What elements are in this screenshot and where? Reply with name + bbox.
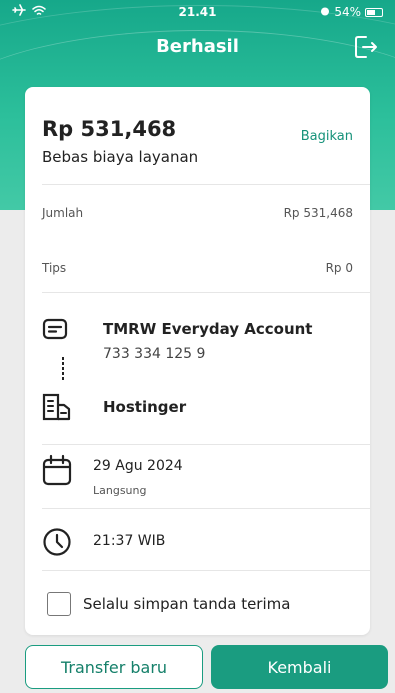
battery-percent: 54% <box>334 5 361 19</box>
battery-icon <box>365 7 383 17</box>
tips-value: Rp 0 <box>325 261 353 275</box>
divider <box>42 570 370 571</box>
status-right: 54% <box>320 5 383 19</box>
alarm-icon <box>320 5 330 19</box>
destination-name: Hostinger <box>103 398 187 416</box>
divider <box>42 508 370 509</box>
calendar-icon <box>42 454 72 490</box>
fee-note: Bebas biaya layanan <box>42 148 199 166</box>
account-card-icon <box>42 316 68 346</box>
save-receipt-label[interactable]: Selalu simpan tanda terima <box>83 595 290 613</box>
page-title: Berhasil <box>156 36 239 57</box>
transaction-card: Rp 531,468 Bagikan Bebas biaya layanan J… <box>25 87 370 635</box>
logout-button[interactable] <box>353 34 379 60</box>
transfer-frequency: Langsung <box>93 484 147 497</box>
back-button[interactable]: Kembali <box>211 645 388 689</box>
source-account-name: TMRW Everyday Account <box>103 320 313 338</box>
amount-value: Rp 531,468 <box>283 206 353 220</box>
save-receipt-checkbox[interactable] <box>47 592 71 616</box>
transfer-time: 21:37 WIB <box>93 533 166 549</box>
clock-icon <box>42 527 72 561</box>
divider <box>42 292 370 293</box>
status-bar: 21.41 54% <box>0 0 395 30</box>
share-link[interactable]: Bagikan <box>301 129 353 144</box>
total-amount: Rp 531,468 <box>42 117 177 141</box>
transfer-date: 29 Agu 2024 <box>93 458 183 474</box>
divider <box>42 444 370 445</box>
new-transfer-button[interactable]: Transfer baru <box>25 645 203 689</box>
building-icon <box>42 392 72 426</box>
transfer-connector <box>62 357 64 381</box>
source-account-number: 733 334 125 9 <box>103 346 206 362</box>
logout-icon <box>355 36 377 58</box>
tips-label: Tips <box>42 261 67 275</box>
divider <box>42 184 370 185</box>
amount-label: Jumlah <box>42 206 84 220</box>
